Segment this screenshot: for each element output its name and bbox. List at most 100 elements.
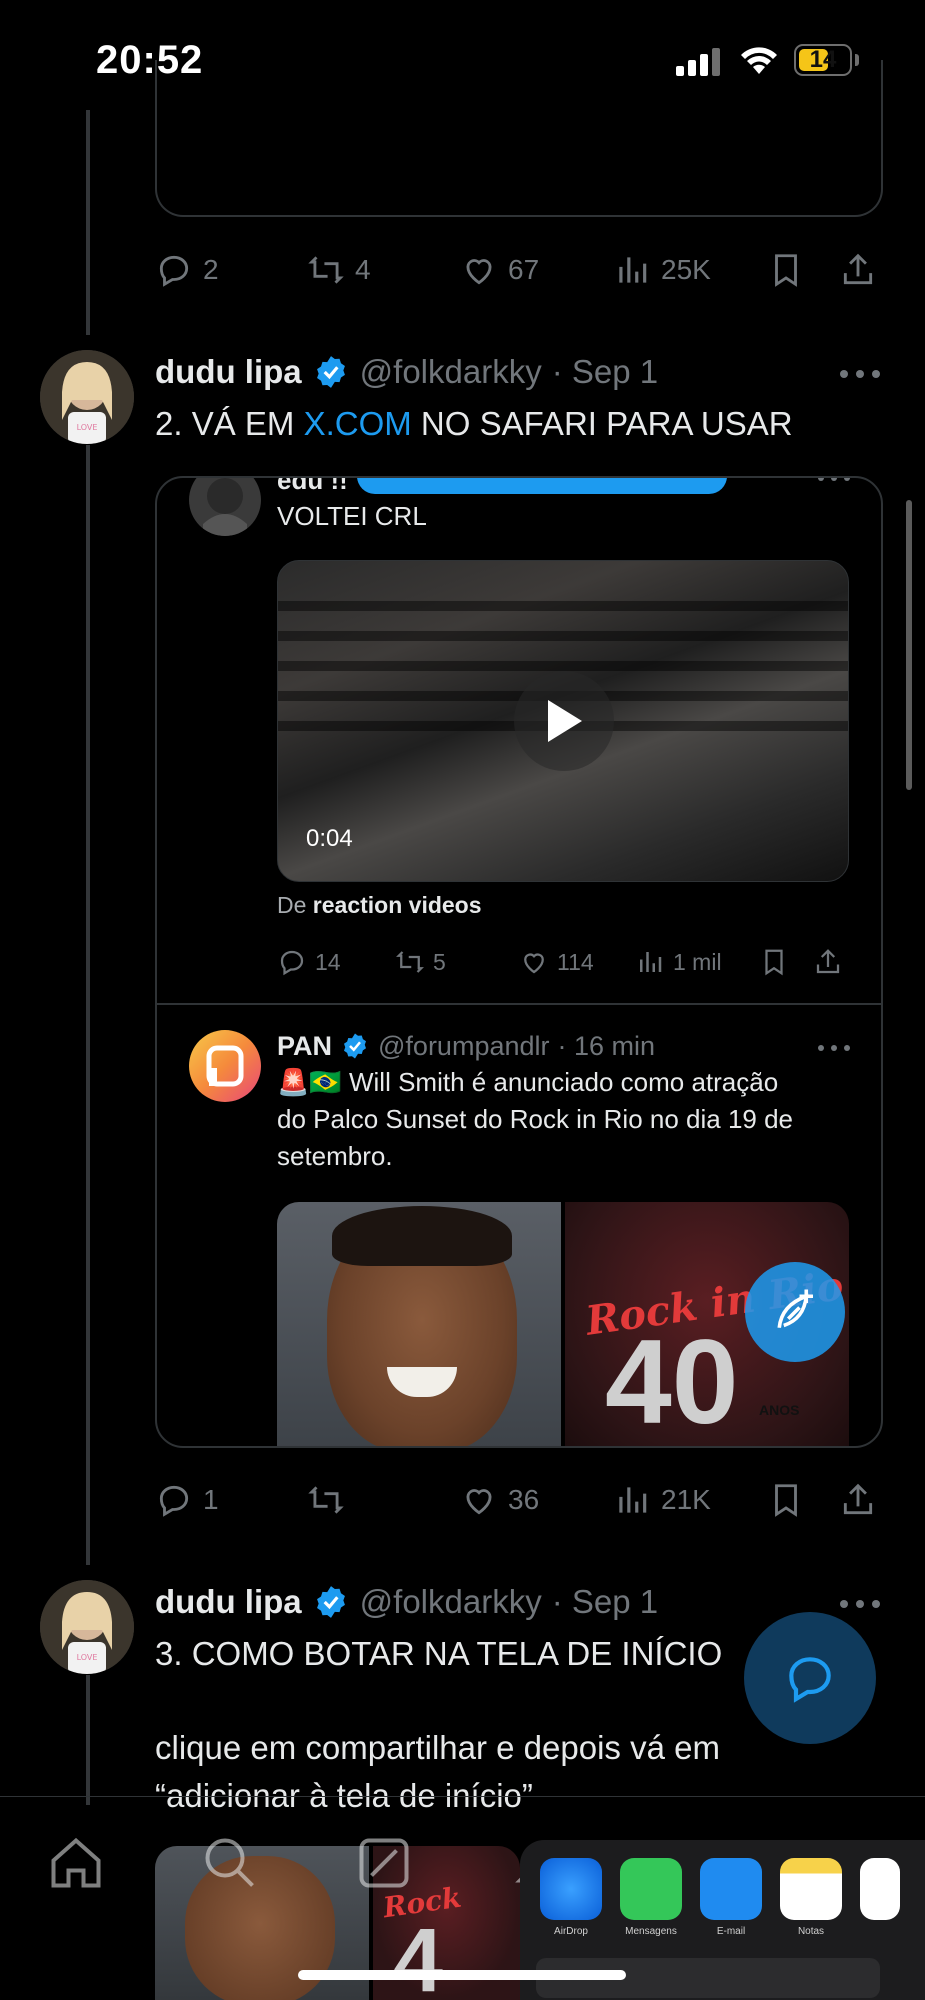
user-avatar[interactable]: LOVE	[40, 1580, 134, 1674]
mail-app-icon[interactable]	[700, 1858, 762, 1920]
quoted-tweet-text: VOLTEI CRL	[277, 501, 427, 531]
retweet-button[interactable]: 4	[307, 248, 371, 292]
quoted-reply-button[interactable]: 14	[277, 944, 341, 980]
tweet-header: dudu lipa @folkdarkky · Sep 1	[155, 350, 658, 394]
pan-more-icon[interactable]	[818, 1040, 850, 1056]
grok-icon[interactable]	[354, 1833, 414, 1893]
tweet-text: 2. VÁ EM X.COM NO SAFARI PARA USAR	[155, 405, 793, 442]
share-icon	[843, 1483, 873, 1515]
chat-bubble-icon	[789, 1657, 831, 1703]
quoted-user-avatar[interactable]	[189, 478, 261, 536]
quoted-like-button[interactable]: 114	[519, 944, 594, 980]
new-posts-pill[interactable]	[357, 478, 727, 494]
tweet-actions: 1 36 21K	[155, 1478, 883, 1522]
pan-header: PAN @forumpandlr · 16 min	[277, 1026, 655, 1066]
bookmark-icon	[775, 254, 797, 287]
thread-line	[86, 110, 90, 335]
user-handle[interactable]: @folkdarkky	[360, 353, 542, 391]
tweet-link[interactable]: X.COM	[304, 405, 412, 442]
heart-icon	[466, 259, 492, 285]
retweet-button[interactable]	[307, 1478, 355, 1522]
search-icon[interactable]	[200, 1833, 260, 1893]
pan-text-line: do Palco Sunset do Rock in Rio no dia 19…	[277, 1104, 794, 1134]
views-chart-icon	[619, 1487, 647, 1513]
views-chart-icon	[640, 952, 662, 972]
scrollbar[interactable]	[906, 500, 912, 790]
quoted-card-remnant[interactable]	[155, 60, 883, 217]
quoted-views-button[interactable]: 1 mil	[635, 944, 722, 980]
embedded-compose-button[interactable]	[745, 1262, 845, 1362]
tweet-date[interactable]: · Sep 1	[552, 353, 658, 391]
bookmark-icon	[765, 949, 783, 976]
display-name[interactable]: dudu lipa	[155, 1583, 302, 1621]
quoted-bookmark-button[interactable]	[759, 944, 789, 980]
views-button[interactable]: 25K	[613, 248, 711, 292]
pan-time[interactable]: · 16 min	[558, 1031, 656, 1062]
pan-name[interactable]: PAN	[277, 1031, 332, 1062]
reply-icon	[159, 1485, 189, 1517]
verified-badge-icon	[344, 1033, 367, 1059]
reply-button[interactable]: 1	[155, 1478, 219, 1522]
home-indicator[interactable]	[298, 1970, 626, 1980]
video-source: De reaction videos	[277, 892, 482, 918]
share-label-notas: Notas	[797, 1926, 825, 1937]
svg-text:LOVE: LOVE	[77, 423, 98, 432]
play-icon[interactable]	[514, 671, 614, 771]
pan-handle[interactable]: @forumpandlr	[378, 1031, 549, 1062]
messages-app-icon[interactable]	[620, 1858, 682, 1920]
quoted-share-button[interactable]	[813, 944, 843, 980]
retweet-icon	[308, 256, 344, 284]
share-more-app-icon[interactable]	[860, 1858, 900, 1920]
bookmark-button[interactable]	[767, 248, 805, 292]
tweet-text: 3. COMO BOTAR NA TELA DE INÍCIO	[155, 1635, 723, 1672]
retweet-icon	[396, 951, 424, 973]
tweet-text: clique em compartilhar e depois vá em	[155, 1729, 720, 1766]
tweet-header: dudu lipa @folkdarkky · Sep 1	[155, 1580, 658, 1624]
tweet-date[interactable]: · Sep 1	[552, 1583, 658, 1621]
pan-avatar[interactable]	[189, 1030, 261, 1102]
quoted-author-name[interactable]: edu !!	[277, 478, 348, 499]
views-button[interactable]: 21K	[613, 1478, 711, 1522]
heart-icon	[466, 1489, 492, 1515]
share-label-mensagens: Mensagens	[625, 1926, 677, 1937]
verified-badge-icon	[316, 1586, 345, 1618]
tweet-actions: 2 4 67 25K	[155, 248, 883, 292]
video-source-link[interactable]: reaction videos	[313, 892, 482, 918]
quoted-retweet-button[interactable]: 5	[395, 944, 446, 980]
anos-text: ANOS	[759, 1402, 800, 1418]
bookmark-icon	[775, 1484, 797, 1517]
reply-icon	[159, 255, 189, 287]
retweet-icon	[308, 1486, 344, 1514]
user-avatar[interactable]: LOVE	[40, 350, 134, 444]
pan-text-line: setembro.	[277, 1141, 393, 1171]
home-icon[interactable]	[46, 1833, 106, 1893]
divider	[157, 1003, 881, 1005]
share-label-airdrop: AirDrop	[554, 1926, 588, 1937]
reply-button[interactable]: 2	[155, 248, 219, 292]
svg-text:LOVE: LOVE	[77, 1653, 98, 1662]
thread-line	[86, 1675, 90, 1805]
display-name[interactable]: dudu lipa	[155, 353, 302, 391]
quoted-actions: 14 5 114 1 mil	[277, 944, 849, 980]
bookmark-button[interactable]	[767, 1478, 805, 1522]
like-button[interactable]: 67	[460, 248, 539, 292]
more-options-icon[interactable]	[840, 1594, 880, 1614]
share-button[interactable]	[839, 1478, 877, 1522]
reply-icon	[280, 950, 304, 976]
airdrop-icon[interactable]	[540, 1858, 602, 1920]
will-smith-photo[interactable]	[277, 1202, 561, 1446]
views-chart-icon	[619, 257, 647, 283]
pan-text-line: 🚨🇧🇷 Will Smith é anunciado como atração	[277, 1067, 779, 1097]
share-button[interactable]	[839, 248, 877, 292]
notes-app-icon[interactable]	[780, 1858, 842, 1920]
more-options-icon[interactable]	[840, 364, 880, 384]
share-icon	[843, 253, 873, 285]
quoted-more-icon[interactable]	[818, 478, 850, 486]
video-player[interactable]: 0:04	[277, 560, 849, 882]
like-button[interactable]: 36	[460, 1478, 539, 1522]
user-handle[interactable]: @folkdarkky	[360, 1583, 542, 1621]
heart-icon	[524, 953, 544, 974]
feather-plus-icon	[777, 1289, 813, 1329]
verified-badge-icon	[316, 356, 345, 388]
compose-button[interactable]	[744, 1612, 876, 1744]
